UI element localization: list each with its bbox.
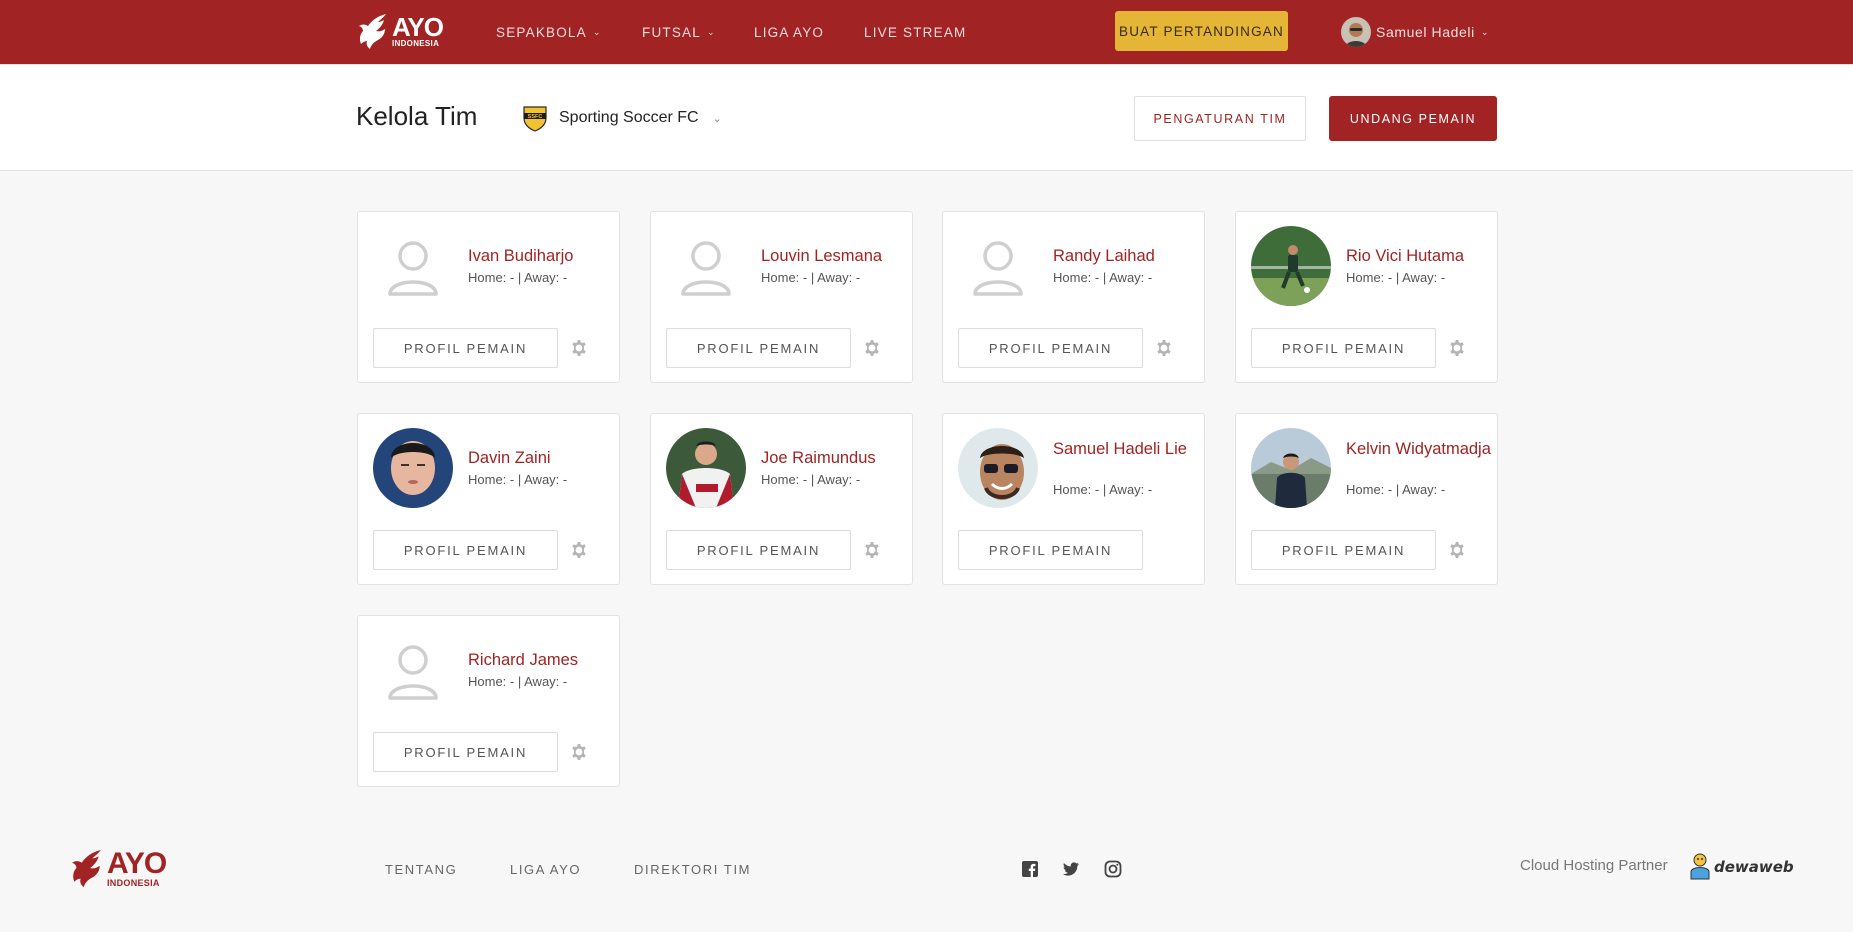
gear-icon[interactable] [863,541,881,559]
eagle-logo-icon [72,850,101,888]
player-name[interactable]: Rio Vici Hutama [1346,247,1491,266]
dewaweb-mascot-icon [1690,853,1710,880]
player-profile-button[interactable]: PROFIL PEMAIN [666,328,851,368]
player-profile-button[interactable]: PROFIL PEMAIN [666,530,851,570]
eagle-logo-icon [359,14,386,49]
player-stats: Home: - | Away: - [761,472,861,487]
partner-label: Cloud Hosting Partner [1520,857,1668,874]
gear-icon[interactable] [1155,339,1173,357]
player-name[interactable]: Richard James [468,651,613,670]
player-card: Rio Vici Hutama Home: - | Away: - PROFIL P… [1235,211,1498,383]
player-profile-button[interactable]: PROFIL PEMAIN [373,328,558,368]
player-stats: Home: - | Away: - [1053,482,1153,497]
player-card: Louvin Lesmana Home: - | Away: - PROFIL PE… [650,211,913,383]
player-card: Randy Laihad Home: - | Away: - PROFIL PEMA… [942,211,1205,383]
player-card: Joe Raimundus Home: - | Away: - PROFIL PEM… [650,413,913,585]
instagram-icon[interactable] [1104,860,1122,878]
nav-item-live-stream[interactable]: LIVE STREAM [864,0,966,64]
nav-item-liga-ayo[interactable]: LIGA AYO [754,0,824,64]
gear-icon[interactable] [570,743,588,761]
create-match-button[interactable]: BUAT PERTANDINGAN [1115,11,1288,51]
player-card: Kelvin Widyatmadja Home: - | Away: - PROFI… [1235,413,1498,585]
footer-link-liga-ayo[interactable]: LIGA AYO [510,862,581,877]
logo-brand-text: AYO [107,846,167,880]
nav-label: SEPAKBOLA [496,24,587,40]
team-name: Sporting Soccer FC [559,109,699,126]
chevron-down-icon: ⌄ [712,112,722,125]
player-name[interactable]: Louvin Lesmana [761,247,906,266]
footer-link-direktori-tim[interactable]: DIREKTORI TIM [634,862,751,877]
gear-icon[interactable] [863,339,881,357]
twitter-icon[interactable] [1062,860,1080,878]
player-profile-button[interactable]: PROFIL PEMAIN [1251,530,1436,570]
player-photo [373,428,453,508]
player-name[interactable]: Davin Zaini [468,449,613,468]
gear-icon[interactable] [570,541,588,559]
team-logo-icon: SSFC [523,106,547,132]
team-header: Kelola Tim SSFC Sporting Soccer FC ⌄ PEN… [0,64,1853,171]
player-card: Samuel Hadeli Lie Home: - | Away: - PROFIL… [942,413,1205,585]
player-photo [666,226,746,306]
player-stats: Home: - | Away: - [761,270,861,285]
logo-sub-text: INDONESIA [392,39,440,48]
player-profile-button[interactable]: PROFIL PEMAIN [373,530,558,570]
player-photo [1251,226,1331,306]
team-logo-text: SSFC [528,114,543,120]
player-profile-button[interactable]: PROFIL PEMAIN [958,328,1143,368]
player-name[interactable]: Ivan Budiharjo [468,247,613,266]
player-photo [958,428,1038,508]
nav-label: FUTSAL [642,24,701,40]
player-photo [373,630,453,710]
chevron-down-icon: ⌄ [706,26,716,37]
player-card: Davin Zaini Home: - | Away: - PROFIL PEMAI… [357,413,620,585]
chevron-down-icon: ⌄ [1480,26,1490,37]
ayo-logo[interactable]: AYO INDONESIA [356,12,444,50]
player-stats: Home: - | Away: - [468,674,568,689]
player-profile-button[interactable]: PROFIL PEMAIN [1251,328,1436,368]
partner-name: dewaweb [1714,858,1794,876]
player-photo [958,226,1038,306]
player-name[interactable]: Randy Laihad [1053,247,1198,266]
logo-sub-text: INDONESIA [107,877,160,888]
player-card: Richard James Home: - | Away: - PROFIL PEM… [357,615,620,787]
logo-brand-text: AYO [392,12,444,42]
player-stats: Home: - | Away: - [468,472,568,487]
player-stats: Home: - | Away: - [468,270,568,285]
dewaweb-logo[interactable]: dewaweb [1688,852,1794,882]
player-name[interactable]: Joe Raimundus [761,449,906,468]
page-title: Kelola Tim [356,101,478,131]
player-photo [1251,428,1331,508]
player-profile-button[interactable]: PROFIL PEMAIN [958,530,1143,570]
team-selector[interactable]: SSFC Sporting Soccer FC ⌄ [521,104,722,132]
chevron-down-icon: ⌄ [592,26,602,37]
player-name[interactable]: Samuel Hadeli Lie [1053,440,1198,459]
player-stats: Home: - | Away: - [1053,270,1153,285]
top-navbar: AYO INDONESIA SEPAKBOLA ⌄ FUTSAL ⌄ LIGA … [0,0,1853,64]
player-profile-button[interactable]: PROFIL PEMAIN [373,732,558,772]
player-photo [373,226,453,306]
nav-item-sepakbola[interactable]: SEPAKBOLA ⌄ [496,0,602,64]
invite-player-button[interactable]: UNDANG PEMAIN [1329,96,1497,141]
player-card: Ivan Budiharjo Home: - | Away: - PROFIL PE… [357,211,620,383]
team-settings-button[interactable]: PENGATURAN TIM [1134,96,1306,141]
nav-item-futsal[interactable]: FUTSAL ⌄ [642,0,716,64]
player-name[interactable]: Kelvin Widyatmadja [1346,440,1491,459]
player-stats: Home: - | Away: - [1346,270,1446,285]
gear-icon[interactable] [1448,339,1466,357]
gear-icon[interactable] [1448,541,1466,559]
user-menu[interactable]: Samuel Hadeli ⌄ [1341,17,1489,47]
nav-label: LIVE STREAM [864,24,967,40]
user-name: Samuel Hadeli [1376,24,1475,40]
footer-logo[interactable]: AYO INDONESIA [69,846,167,890]
facebook-icon[interactable] [1021,860,1039,878]
avatar [1341,17,1371,47]
gear-icon[interactable] [570,339,588,357]
player-photo [666,428,746,508]
nav-label: LIGA AYO [754,24,825,40]
footer-link-tentang[interactable]: TENTANG [385,862,457,877]
player-stats: Home: - | Away: - [1346,482,1446,497]
